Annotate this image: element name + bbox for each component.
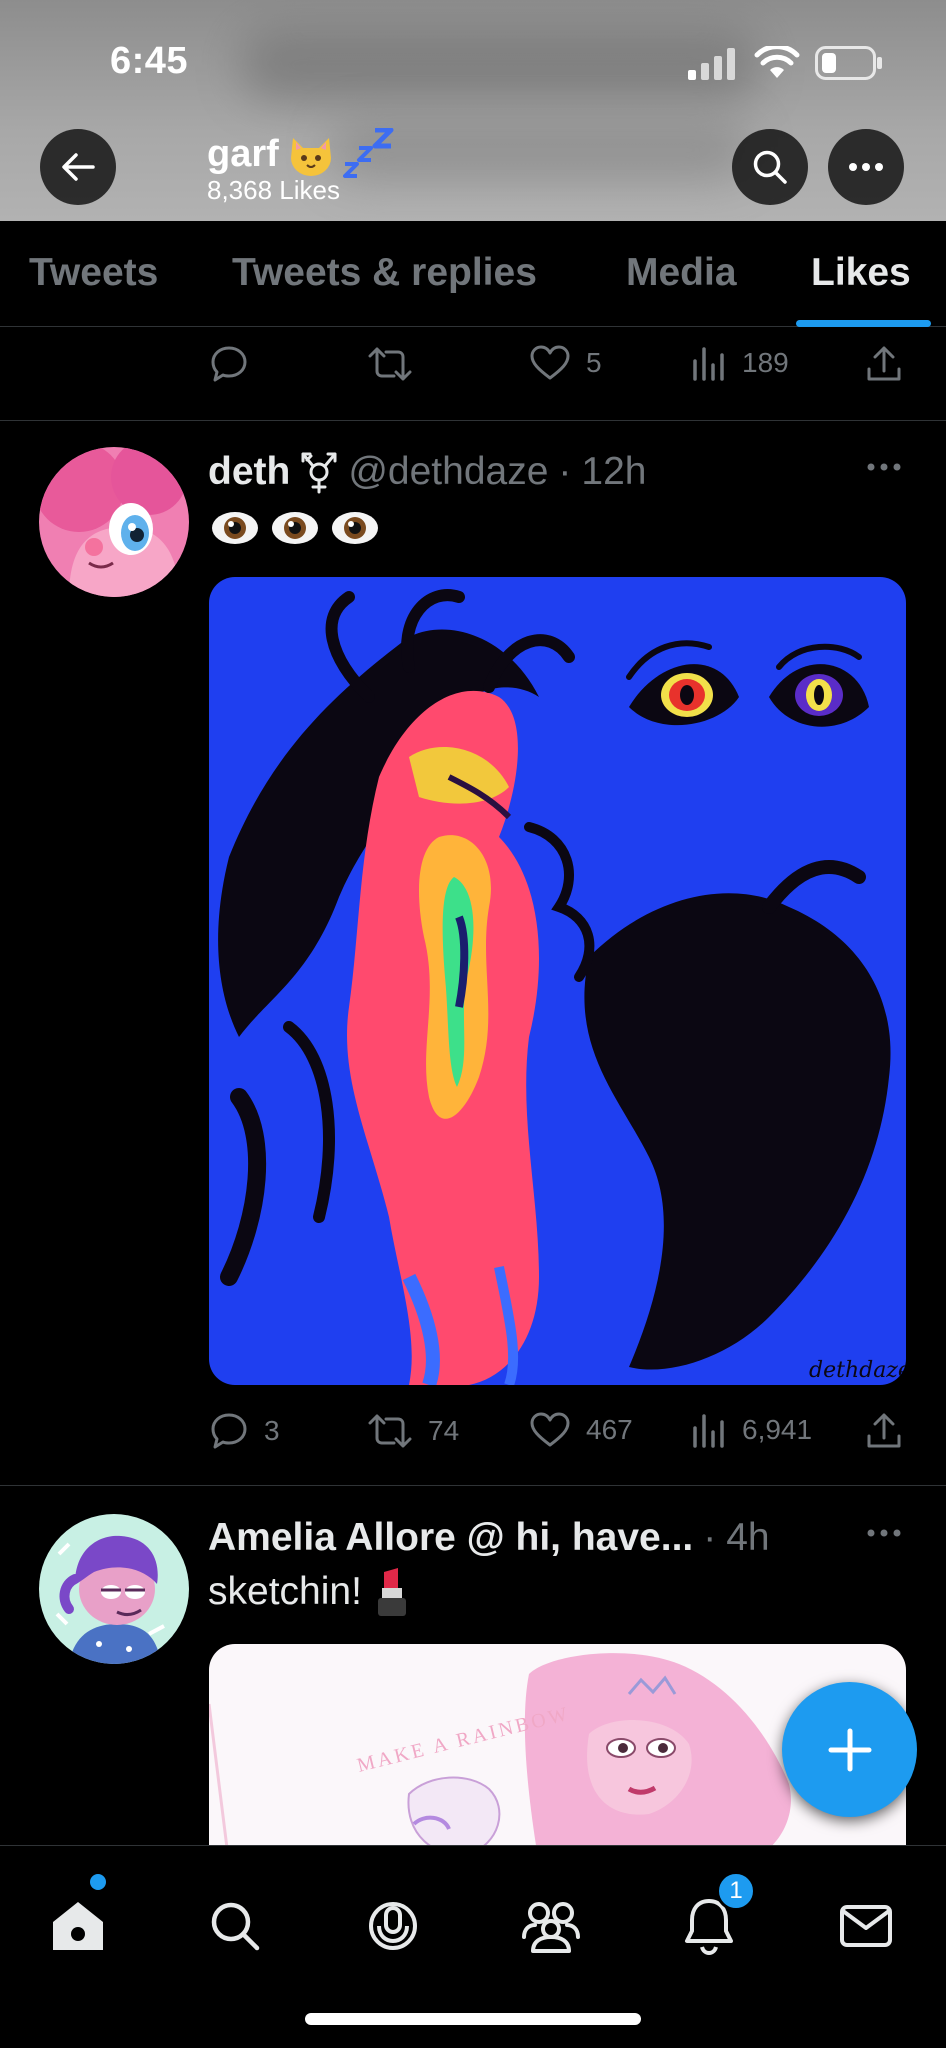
share-icon — [867, 346, 901, 381]
nav-communities[interactable] — [511, 1886, 591, 1966]
separator-dot: · — [558, 450, 572, 493]
views-button[interactable]: 6,941 — [692, 1412, 812, 1448]
zzz-emoji-icon — [342, 128, 395, 180]
nav-spaces[interactable] — [353, 1886, 433, 1966]
reply-icon — [211, 346, 247, 382]
search-button[interactable] — [732, 129, 808, 205]
artist-signature: dethdaze — [809, 1358, 906, 1383]
tweet-time: 12h — [581, 450, 647, 493]
back-button[interactable] — [40, 129, 116, 205]
more-icon — [867, 463, 901, 471]
divider — [0, 420, 946, 421]
messages-icon — [840, 1905, 892, 1947]
likes-count: 8,368 Likes — [207, 175, 340, 205]
profile-name: garf — [207, 128, 395, 180]
back-arrow-icon — [62, 153, 95, 181]
share-button[interactable] — [866, 1412, 902, 1450]
retweet-icon — [368, 1414, 412, 1448]
views-count: 6,941 — [742, 1414, 813, 1445]
like-count: 5 — [586, 347, 602, 378]
views-icon — [693, 1414, 724, 1448]
nav-search[interactable] — [195, 1886, 275, 1966]
author-name[interactable]: deth — [208, 450, 290, 494]
heart-icon — [530, 345, 570, 380]
like-button[interactable]: 467 — [530, 1412, 633, 1448]
tab-media[interactable]: Media — [626, 251, 737, 295]
profile-name-text: garf — [207, 133, 279, 175]
like-count: 467 — [586, 1414, 633, 1445]
more-icon — [867, 1529, 901, 1537]
more-icon — [849, 163, 883, 171]
profile-header: 6:45 garf 8,368 Likes — [0, 0, 946, 221]
views-icon — [693, 347, 724, 381]
author-name[interactable]: Amelia Allore @ hi, have... — [208, 1516, 693, 1560]
tweet-more-button[interactable] — [866, 1528, 902, 1538]
home-icon — [53, 1902, 103, 1950]
share-button[interactable] — [866, 345, 902, 383]
cat-emoji-icon — [287, 132, 335, 176]
profile-tabs: Tweets Tweets & replies Media Likes — [0, 221, 946, 327]
separator-dot: · — [703, 1516, 717, 1559]
active-tab-indicator — [796, 320, 931, 327]
signal-icon — [688, 48, 738, 80]
author-handle[interactable]: @dethdaze — [348, 450, 548, 494]
tweet-text: sketchin! — [208, 1566, 412, 1618]
tab-likes[interactable]: Likes — [811, 251, 911, 295]
tweet-media-image[interactable]: dethdaze — [209, 577, 906, 1385]
retweet-icon — [368, 347, 412, 381]
retweet-button[interactable] — [368, 345, 412, 383]
home-indicator — [305, 2013, 641, 2025]
tab-tweets-replies[interactable]: Tweets & replies — [232, 251, 537, 295]
lipstick-emoji — [377, 1568, 406, 1616]
spaces-icon — [369, 1902, 417, 1950]
retweet-count: 74 — [428, 1415, 460, 1446]
wolf-artwork-image: dethdaze — [209, 577, 906, 1385]
compose-tweet-button[interactable] — [782, 1682, 917, 1817]
avatar-deth[interactable] — [39, 447, 189, 597]
retweet-button[interactable]: 74 — [368, 1412, 459, 1450]
divider — [0, 1485, 946, 1486]
avatar-amelia[interactable] — [39, 1514, 189, 1664]
tab-tweets[interactable]: Tweets — [29, 251, 158, 295]
communities-icon — [522, 1902, 580, 1953]
notification-badge: 1 — [716, 1871, 756, 1911]
cartoon-person-avatar-image — [39, 1514, 189, 1664]
views-count: 189 — [742, 347, 789, 378]
more-button[interactable] — [828, 129, 904, 205]
reply-count: 3 — [264, 1415, 280, 1446]
search-icon — [211, 1902, 260, 1951]
battery-icon — [815, 46, 883, 80]
tweet-time: 4h — [726, 1516, 770, 1559]
reply-button[interactable] — [210, 345, 248, 383]
like-button[interactable]: 5 — [530, 345, 602, 381]
tweet-text — [210, 505, 380, 551]
nav-home[interactable] — [38, 1886, 118, 1966]
transgender-symbol-icon — [300, 450, 338, 494]
tweet-actions: 3 74 467 6,941 — [210, 1412, 920, 1452]
tweet-text-content: sketchin! — [208, 1570, 362, 1613]
pink-pony-avatar-image — [39, 447, 189, 597]
tweet-header: deth @dethdaze · 12h — [208, 442, 848, 502]
reply-button[interactable]: 3 — [210, 1412, 280, 1450]
home-notification-dot — [90, 1874, 106, 1890]
share-icon — [867, 1413, 901, 1448]
search-icon — [753, 150, 787, 184]
reply-icon — [211, 1413, 247, 1449]
eyes-emoji — [212, 512, 378, 544]
plus-icon — [828, 1728, 871, 1771]
heart-icon — [530, 1412, 570, 1447]
status-time: 6:45 — [110, 40, 189, 82]
previous-tweet-actions: 5 189 — [210, 345, 920, 385]
nav-messages[interactable] — [826, 1886, 906, 1966]
wifi-icon — [754, 46, 800, 80]
tweet-header: Amelia Allore @ hi, have... · 4h — [208, 1508, 828, 1568]
views-button[interactable]: 189 — [692, 345, 789, 381]
tweet-more-button[interactable] — [866, 462, 902, 472]
